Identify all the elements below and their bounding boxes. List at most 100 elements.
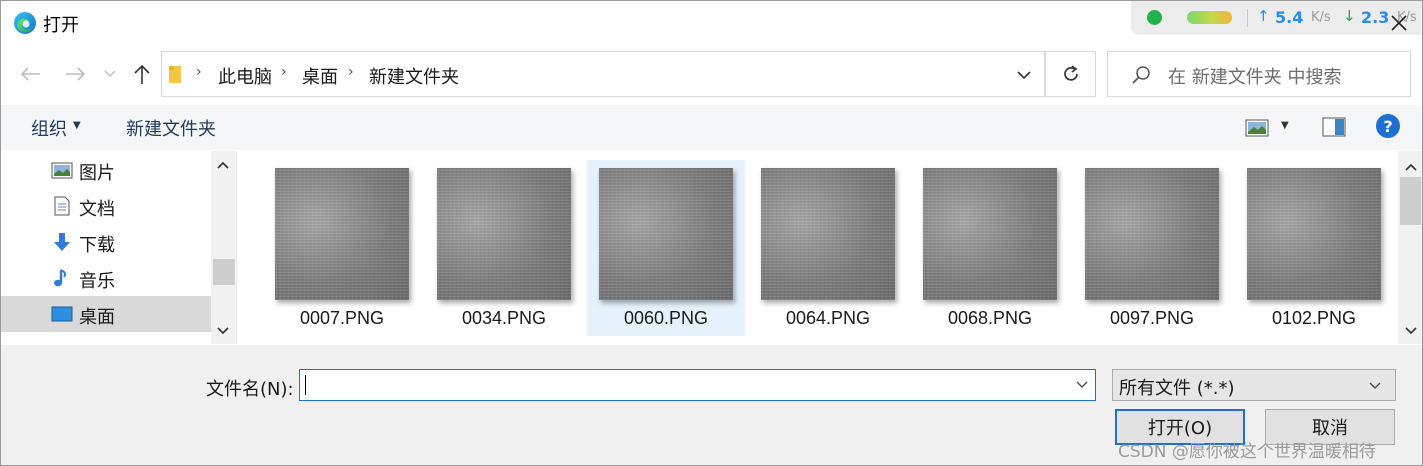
refresh-button[interactable]	[1045, 51, 1096, 97]
breadcrumb-separator-icon[interactable]: ›	[281, 64, 287, 80]
file-item[interactable]: 0097.PNG	[1073, 160, 1231, 336]
search-icon	[1132, 66, 1150, 84]
file-type-select[interactable]: 所有文件 (*.*)	[1112, 369, 1396, 401]
filename-field[interactable]	[299, 369, 1096, 401]
file-item[interactable]: 0007.PNG	[263, 160, 421, 336]
sidebar-item-label: 下载	[79, 235, 115, 256]
desktop-icon	[51, 306, 73, 322]
image-thumbnail	[275, 168, 409, 300]
image-thumbnail	[599, 168, 733, 300]
file-item-selected[interactable]: 0060.PNG	[587, 160, 745, 336]
search-input[interactable]: 在 新建文件夹 中搜索	[1168, 63, 1341, 89]
scroll-down-button[interactable]	[1398, 319, 1422, 343]
sidebar-item-downloads[interactable]: 下载	[1, 224, 211, 260]
sidebar-item-music[interactable]: 音乐	[1, 260, 211, 296]
scroll-up-button[interactable]	[211, 153, 235, 177]
pictures-icon	[51, 162, 73, 179]
close-button[interactable]	[1381, 5, 1417, 41]
file-name: 0068.PNG	[947, 308, 1033, 328]
arrow-up-icon	[134, 64, 150, 84]
up-button[interactable]	[127, 59, 157, 89]
sidebar-item-desktop[interactable]: 桌面	[1, 296, 211, 332]
navigation-pane: 图片 文档 下载 音乐 桌面	[1, 151, 237, 344]
chevron-down-icon	[104, 70, 116, 78]
usage-bar	[1187, 11, 1232, 24]
breadcrumb-new-folder[interactable]: 新建文件夹	[369, 63, 459, 89]
image-thumbnail	[1247, 168, 1381, 300]
file-item[interactable]: 0064.PNG	[749, 160, 907, 336]
scroll-down-button[interactable]	[211, 319, 235, 343]
sidebar-item-label: 图片	[79, 163, 115, 184]
downloads-icon	[54, 233, 70, 251]
sidebar-item-label: 桌面	[79, 307, 115, 328]
view-mode-icon[interactable]	[1245, 119, 1269, 137]
view-options-caret-icon[interactable]: ▼	[1281, 120, 1289, 131]
scroll-up-button[interactable]	[1398, 155, 1422, 179]
scrollbar-thumb[interactable]	[213, 259, 235, 285]
text-cursor	[305, 375, 306, 395]
edge-browser-icon	[14, 12, 36, 34]
network-monitor-widget[interactable]: ↑ 5.4 K/s ↓ 2.3 K/s	[1131, 1, 1422, 35]
file-name: 0102.PNG	[1271, 308, 1357, 328]
close-icon	[1391, 15, 1407, 31]
open-file-dialog: 打开 ↑ 5.4 K/s ↓ 2.3 K/s › 此电脑 › 桌面 › 新建文件…	[0, 0, 1423, 466]
chevron-up-icon	[217, 161, 229, 169]
upload-unit: K/s	[1311, 10, 1331, 25]
music-icon	[54, 269, 66, 287]
breadcrumb-this-pc[interactable]: 此电脑	[218, 63, 272, 89]
file-list-scrollbar[interactable]	[1398, 151, 1422, 344]
status-dot-icon	[1147, 10, 1162, 25]
caret-down-icon: ▼	[73, 120, 81, 131]
image-thumbnail	[1085, 168, 1219, 300]
chevron-up-icon	[1404, 163, 1417, 171]
help-icon[interactable]: ?	[1376, 114, 1400, 138]
sidebar-item-pictures[interactable]: 图片	[1, 152, 211, 188]
breadcrumb-separator-icon: ›	[196, 64, 202, 80]
arrow-right-icon	[66, 67, 86, 81]
file-list-view: 0007.PNG 0034.PNG 0060.PNG 0064.PNG 0068…	[238, 151, 1398, 344]
chevron-down-icon	[1369, 382, 1381, 389]
upload-arrow-icon: ↑	[1257, 7, 1270, 25]
arrow-left-icon	[20, 67, 40, 81]
address-history-dropdown[interactable]	[1014, 67, 1034, 83]
file-name: 0007.PNG	[299, 308, 385, 328]
address-bar[interactable]: › 此电脑 › 桌面 › 新建文件夹	[161, 51, 1045, 97]
chevron-down-icon	[217, 327, 229, 335]
sidebar-item-label: 音乐	[79, 271, 115, 292]
recent-locations-button[interactable]	[101, 59, 119, 89]
navigation-scrollbar[interactable]	[211, 151, 235, 344]
file-item[interactable]: 0034.PNG	[425, 160, 583, 336]
back-button[interactable]	[15, 59, 45, 89]
sidebar-item-label: 文档	[79, 199, 115, 220]
file-type-value: 所有文件 (*.*)	[1119, 378, 1235, 399]
watermark-text: CSDN @愿你被这个世界温暖相待	[1118, 442, 1376, 462]
file-item[interactable]: 0068.PNG	[911, 160, 1069, 336]
upload-speed: 5.4	[1275, 8, 1304, 27]
filename-label: 文件名(N):	[206, 379, 294, 400]
chevron-down-icon[interactable]	[1074, 379, 1090, 391]
chevron-down-icon	[1404, 327, 1417, 335]
preview-pane-icon[interactable]	[1322, 117, 1346, 137]
dialog-footer: 文件名(N): 所有文件 (*.*) 打开(O) 取消 CSDN @愿你被这个世…	[1, 345, 1422, 465]
file-name: 0060.PNG	[623, 308, 709, 328]
download-arrow-icon: ↓	[1343, 7, 1356, 25]
search-box[interactable]: 在 新建文件夹 中搜索	[1107, 51, 1411, 97]
chevron-down-icon	[1017, 70, 1031, 79]
divider	[1247, 9, 1248, 27]
image-thumbnail	[761, 168, 895, 300]
file-name: 0034.PNG	[461, 308, 547, 328]
organize-menu-button[interactable]: 组织	[31, 115, 67, 141]
documents-icon	[54, 196, 70, 216]
window-title: 打开	[43, 15, 79, 36]
new-folder-button[interactable]: 新建文件夹	[126, 115, 216, 141]
scrollbar-thumb[interactable]	[1400, 177, 1421, 225]
file-item[interactable]: 0102.PNG	[1235, 160, 1393, 336]
breadcrumb-desktop[interactable]: 桌面	[302, 63, 338, 89]
forward-button[interactable]	[61, 59, 91, 89]
sidebar-item-documents[interactable]: 文档	[1, 188, 211, 224]
folder-icon	[169, 66, 181, 83]
file-name: 0064.PNG	[785, 308, 871, 328]
image-thumbnail	[923, 168, 1057, 300]
command-bar: 组织 ▼ 新建文件夹 ▼ ?	[1, 105, 1422, 150]
breadcrumb-separator-icon[interactable]: ›	[348, 64, 354, 80]
